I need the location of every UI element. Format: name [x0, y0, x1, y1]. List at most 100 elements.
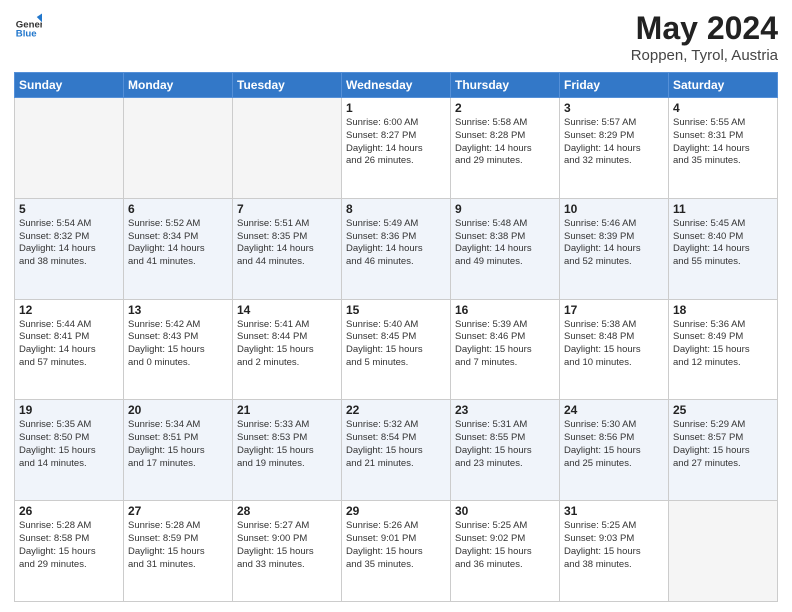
day-info: Sunrise: 5:25 AM Sunset: 9:02 PM Dayligh… — [455, 520, 555, 571]
calendar-header-row: Sunday Monday Tuesday Wednesday Thursday… — [15, 73, 778, 98]
day-number: 22 — [346, 403, 446, 417]
day-info: Sunrise: 5:31 AM Sunset: 8:55 PM Dayligh… — [455, 419, 555, 470]
table-row: 20Sunrise: 5:34 AM Sunset: 8:51 PM Dayli… — [124, 400, 233, 501]
col-tuesday: Tuesday — [233, 73, 342, 98]
location-subtitle: Roppen, Tyrol, Austria — [631, 47, 778, 64]
table-row: 9Sunrise: 5:48 AM Sunset: 8:38 PM Daylig… — [451, 198, 560, 299]
day-info: Sunrise: 5:30 AM Sunset: 8:56 PM Dayligh… — [564, 419, 664, 470]
day-number: 10 — [564, 202, 664, 216]
day-number: 11 — [673, 202, 773, 216]
month-year-title: May 2024 — [631, 10, 778, 47]
day-info: Sunrise: 5:48 AM Sunset: 8:38 PM Dayligh… — [455, 218, 555, 269]
day-info: Sunrise: 5:27 AM Sunset: 9:00 PM Dayligh… — [237, 520, 337, 571]
col-monday: Monday — [124, 73, 233, 98]
table-row: 6 Sunrise: 5:52 AM Sunset: 8:34 PM Daylig… — [124, 198, 233, 299]
day-info: Sunrise: 5:28 AM Sunset: 8:58 PM Dayligh… — [19, 520, 119, 571]
table-row: 14 Sunrise: 5:41 AM Sunset: 8:44 PM Dayli… — [233, 299, 342, 400]
day-number: 24 — [564, 403, 664, 417]
day-info: Sunrise: 5:32 AM Sunset: 8:54 PM Dayligh… — [346, 419, 446, 470]
day-number: 13 — [128, 303, 228, 317]
day-number: 18 — [673, 303, 773, 317]
day-info: Sunrise: 5:33 AM Sunset: 8:53 PM Dayligh… — [237, 419, 337, 470]
day-number: 21 — [237, 403, 337, 417]
day-info: Sunrise: 5:38 AM Sunset: 8:48 PM Dayligh… — [564, 319, 664, 370]
calendar-week-row: 19Sunrise: 5:35 AM Sunset: 8:50 PM Dayli… — [15, 400, 778, 501]
col-friday: Friday — [560, 73, 669, 98]
day-info: Sunrise: 5:49 AM Sunset: 8:36 PM Dayligh… — [346, 218, 446, 269]
day-number: 30 — [455, 504, 555, 518]
table-row: 10Sunrise: 5:46 AM Sunset: 8:39 PM Dayli… — [560, 198, 669, 299]
table-row: 11 Sunrise: 5:45 AM Sunset: 8:40 PM Dayli… — [669, 198, 778, 299]
day-number: 4 — [673, 101, 773, 115]
day-number: 6 — [128, 202, 228, 216]
table-row — [15, 98, 124, 199]
day-info: Sunrise: 5:40 AM Sunset: 8:45 PM Dayligh… — [346, 319, 446, 370]
day-number: 17 — [564, 303, 664, 317]
day-number: 15 — [346, 303, 446, 317]
day-info: Sunrise: 6:00 AM Sunset: 8:27 PM Dayligh… — [346, 117, 446, 168]
day-info: Sunrise: 5:41 AM Sunset: 8:44 PM Dayligh… — [237, 319, 337, 370]
table-row: 1 Sunrise: 6:00 AM Sunset: 8:27 PM Daylig… — [342, 98, 451, 199]
day-number: 20 — [128, 403, 228, 417]
day-info: Sunrise: 5:58 AM Sunset: 8:28 PM Dayligh… — [455, 117, 555, 168]
table-row: 17 Sunrise: 5:38 AM Sunset: 8:48 PM Dayli… — [560, 299, 669, 400]
table-row — [669, 501, 778, 602]
logo-icon: General Blue — [14, 10, 42, 38]
day-number: 1 — [346, 101, 446, 115]
table-row: 2 Sunrise: 5:58 AM Sunset: 8:28 PM Daylig… — [451, 98, 560, 199]
day-number: 31 — [564, 504, 664, 518]
title-block: May 2024 Roppen, Tyrol, Austria — [631, 10, 778, 64]
table-row: 22 Sunrise: 5:32 AM Sunset: 8:54 PM Dayli… — [342, 400, 451, 501]
table-row: 19Sunrise: 5:35 AM Sunset: 8:50 PM Dayli… — [15, 400, 124, 501]
table-row: 15 Sunrise: 5:40 AM Sunset: 8:45 PM Dayli… — [342, 299, 451, 400]
table-row: 7 Sunrise: 5:51 AM Sunset: 8:35 PM Daylig… — [233, 198, 342, 299]
table-row: 30 Sunrise: 5:25 AM Sunset: 9:02 PM Dayli… — [451, 501, 560, 602]
day-info: Sunrise: 5:39 AM Sunset: 8:46 PM Dayligh… — [455, 319, 555, 370]
day-number: 26 — [19, 504, 119, 518]
day-number: 16 — [455, 303, 555, 317]
table-row: 5 Sunrise: 5:54 AM Sunset: 8:32 PM Daylig… — [15, 198, 124, 299]
table-row: 18 Sunrise: 5:36 AM Sunset: 8:49 PM Dayli… — [669, 299, 778, 400]
table-row: 16 Sunrise: 5:39 AM Sunset: 8:46 PM Dayli… — [451, 299, 560, 400]
day-info: Sunrise: 5:25 AM Sunset: 9:03 PM Dayligh… — [564, 520, 664, 571]
table-row: 26 Sunrise: 5:28 AM Sunset: 8:58 PM Dayli… — [15, 501, 124, 602]
day-number: 29 — [346, 504, 446, 518]
day-number: 14 — [237, 303, 337, 317]
table-row: 25 Sunrise: 5:29 AM Sunset: 8:57 PM Dayli… — [669, 400, 778, 501]
day-info: Sunrise: 5:44 AM Sunset: 8:41 PM Dayligh… — [19, 319, 119, 370]
table-row: 3 Sunrise: 5:57 AM Sunset: 8:29 PM Daylig… — [560, 98, 669, 199]
table-row — [124, 98, 233, 199]
col-wednesday: Wednesday — [342, 73, 451, 98]
col-thursday: Thursday — [451, 73, 560, 98]
day-info: Sunrise: 5:26 AM Sunset: 9:01 PM Dayligh… — [346, 520, 446, 571]
svg-text:Blue: Blue — [16, 28, 37, 38]
day-number: 5 — [19, 202, 119, 216]
day-info: Sunrise: 5:57 AM Sunset: 8:29 PM Dayligh… — [564, 117, 664, 168]
day-number: 3 — [564, 101, 664, 115]
day-number: 25 — [673, 403, 773, 417]
header: General Blue May 2024 Roppen, Tyrol, Aus… — [14, 10, 778, 64]
day-info: Sunrise: 5:29 AM Sunset: 8:57 PM Dayligh… — [673, 419, 773, 470]
day-number: 12 — [19, 303, 119, 317]
calendar-table: Sunday Monday Tuesday Wednesday Thursday… — [14, 72, 778, 602]
day-info: Sunrise: 5:36 AM Sunset: 8:49 PM Dayligh… — [673, 319, 773, 370]
table-row: 4 Sunrise: 5:55 AM Sunset: 8:31 PM Daylig… — [669, 98, 778, 199]
day-info: Sunrise: 5:54 AM Sunset: 8:32 PM Dayligh… — [19, 218, 119, 269]
day-number: 7 — [237, 202, 337, 216]
day-info: Sunrise: 5:52 AM Sunset: 8:34 PM Dayligh… — [128, 218, 228, 269]
calendar-week-row: 26 Sunrise: 5:28 AM Sunset: 8:58 PM Dayli… — [15, 501, 778, 602]
table-row: 29 Sunrise: 5:26 AM Sunset: 9:01 PM Dayli… — [342, 501, 451, 602]
day-number: 27 — [128, 504, 228, 518]
day-info: Sunrise: 5:35 AM Sunset: 8:50 PM Dayligh… — [19, 419, 119, 470]
day-info: Sunrise: 5:51 AM Sunset: 8:35 PM Dayligh… — [237, 218, 337, 269]
calendar-week-row: 5 Sunrise: 5:54 AM Sunset: 8:32 PM Daylig… — [15, 198, 778, 299]
calendar-week-row: 1 Sunrise: 6:00 AM Sunset: 8:27 PM Daylig… — [15, 98, 778, 199]
day-info: Sunrise: 5:55 AM Sunset: 8:31 PM Dayligh… — [673, 117, 773, 168]
page: General Blue May 2024 Roppen, Tyrol, Aus… — [0, 0, 792, 612]
table-row: 13Sunrise: 5:42 AM Sunset: 8:43 PM Dayli… — [124, 299, 233, 400]
day-info: Sunrise: 5:45 AM Sunset: 8:40 PM Dayligh… — [673, 218, 773, 269]
logo: General Blue — [14, 10, 42, 38]
table-row: 8Sunrise: 5:49 AM Sunset: 8:36 PM Daylig… — [342, 198, 451, 299]
day-number: 2 — [455, 101, 555, 115]
table-row — [233, 98, 342, 199]
